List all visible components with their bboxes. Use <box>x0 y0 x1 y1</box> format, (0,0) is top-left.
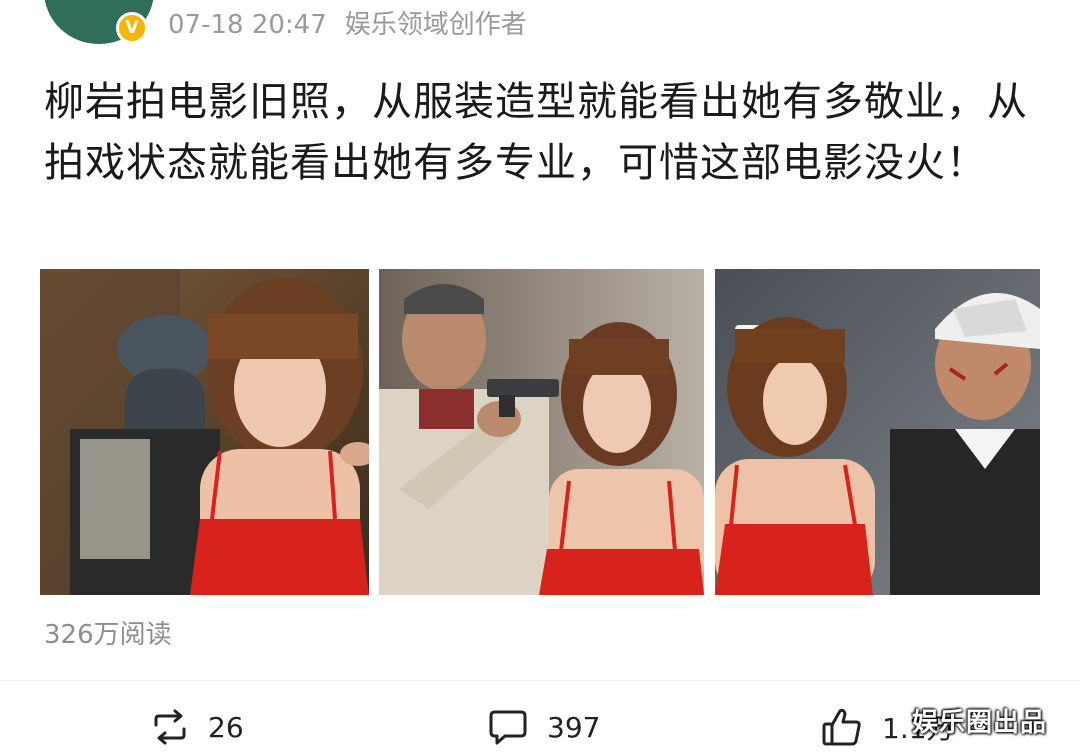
post-timestamp: 07-18 20:47 <box>168 10 327 40</box>
post-meta: 07-18 20:47 娱乐领域创作者 <box>168 4 527 41</box>
comment-icon <box>489 710 527 745</box>
watermark: 娱乐圈出品 <box>912 708 1048 738</box>
verified-badge-icon: V <box>116 12 148 44</box>
repost-count: 26 <box>208 710 244 744</box>
repost-button[interactable]: 26 <box>150 704 244 750</box>
comment-button[interactable]: 397 <box>487 704 600 750</box>
like-icon <box>822 708 861 746</box>
post-photo-3[interactable] <box>715 269 1040 595</box>
post-photo-1[interactable] <box>40 269 369 595</box>
post-photo-2[interactable] <box>379 269 704 595</box>
divider <box>0 680 1080 681</box>
read-count: 326万阅读 <box>44 620 172 650</box>
comment-count: 397 <box>547 710 601 744</box>
author-source-label: 娱乐领域创作者 <box>344 10 527 40</box>
post-text[interactable]: 柳岩拍电影旧照，从服装造型就能看出她有多敬业，从拍戏状态就能看出她有多专业，可惜… <box>44 72 1034 194</box>
repost-icon <box>154 709 186 745</box>
